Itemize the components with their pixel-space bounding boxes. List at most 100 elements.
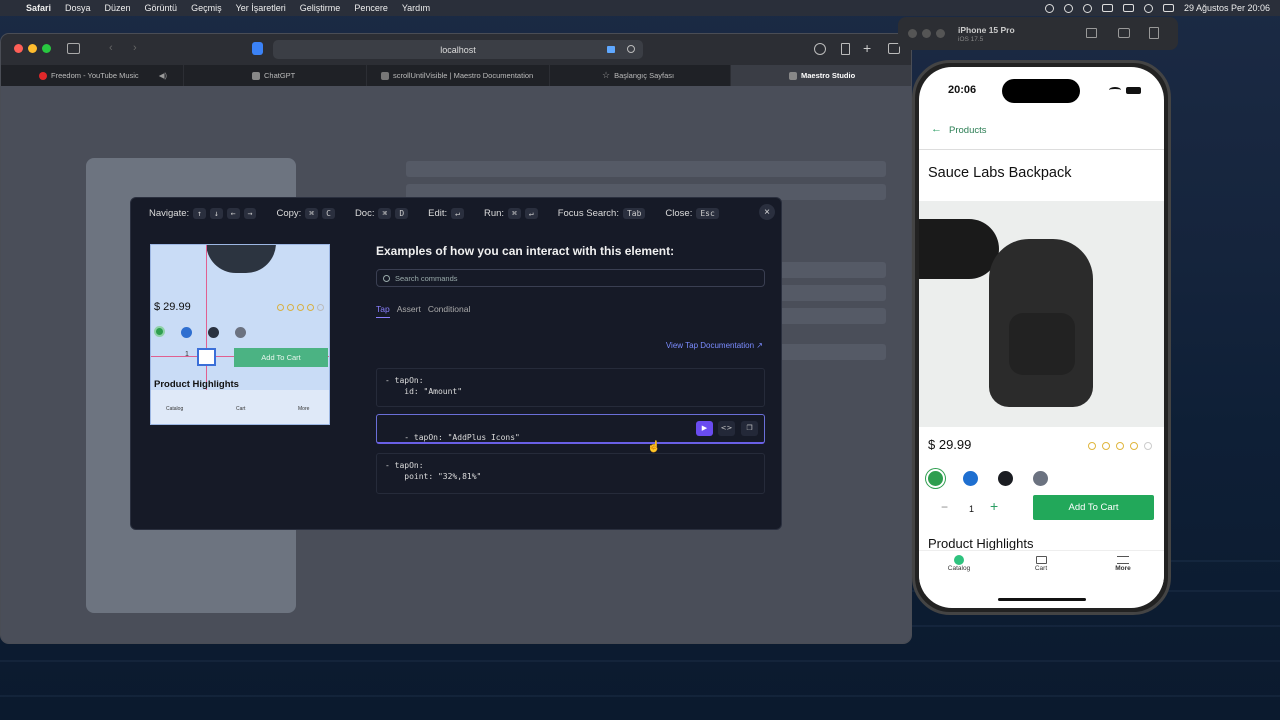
edit-code-icon[interactable]: <>: [718, 421, 735, 436]
shortcut-copy: Copy: ⌘ C: [276, 207, 335, 219]
star-icon[interactable]: [1102, 442, 1110, 450]
nav-cart[interactable]: Cart: [1016, 565, 1066, 572]
run-icon[interactable]: ▶: [696, 421, 713, 436]
downloads-icon[interactable]: [814, 43, 826, 55]
catalog-icon: [954, 555, 964, 565]
shortcut-close: Close: Esc: [665, 207, 719, 219]
preview-selected-plus: [197, 348, 216, 366]
url-text: localhost: [440, 44, 476, 55]
menu-item-help[interactable]: Yardım: [402, 3, 430, 13]
preview-color-black: [208, 327, 219, 338]
add-to-cart-button[interactable]: Add To Cart: [1033, 495, 1154, 520]
product-highlights-heading: Product Highlights: [928, 536, 1034, 551]
shortcut-doc: Doc: ⌘ D: [355, 207, 409, 219]
share-icon[interactable]: [841, 43, 850, 55]
star-icon[interactable]: [1130, 442, 1138, 450]
tab-maestro-docs[interactable]: scrollUntilVisible | Maestro Documentati…: [367, 65, 550, 86]
color-gray[interactable]: [1033, 471, 1048, 486]
play-icon[interactable]: [1082, 3, 1092, 13]
speaker-icon[interactable]: ◀): [159, 71, 167, 80]
preview-rating: [277, 304, 324, 311]
sidebar-icon[interactable]: [67, 43, 80, 54]
backpack-pocket: [1009, 313, 1075, 375]
spotlight-search-icon[interactable]: [1143, 3, 1153, 13]
tab-assert[interactable]: Assert: [397, 304, 421, 318]
color-blue[interactable]: [963, 471, 978, 486]
menu-item-window[interactable]: Pencere: [354, 3, 388, 13]
dynamic-island: [1002, 79, 1080, 103]
status-time: 20:06: [948, 84, 977, 96]
example-tap-id[interactable]: - tapOn: id: "Amount": [376, 368, 765, 407]
new-tab-icon[interactable]: +: [863, 40, 871, 56]
example-tap-point[interactable]: - tapOn: point: "32%,81%": [376, 453, 765, 494]
backpack-image: [206, 245, 276, 273]
minus-icon[interactable]: −: [941, 500, 948, 514]
wifi-icon[interactable]: [1122, 4, 1134, 12]
tab-chatgpt[interactable]: ChatGPT: [184, 65, 367, 86]
back-products-link[interactable]: Products: [949, 125, 987, 136]
home-indicator: [998, 598, 1086, 601]
search-commands-input[interactable]: Search commands: [376, 269, 765, 287]
menu-item-develop[interactable]: Geliştirme: [300, 3, 341, 13]
audio-icon[interactable]: [607, 46, 615, 53]
star-icon[interactable]: [1088, 442, 1096, 450]
menu-item-file[interactable]: Dosya: [65, 3, 91, 13]
preview-add-to-cart: Add To Cart: [234, 348, 328, 367]
battery-icon: [1126, 87, 1141, 94]
nav-catalog[interactable]: Catalog: [934, 565, 984, 572]
modal-title: Examples of how you can interact with th…: [376, 244, 675, 258]
menu-item-view[interactable]: Görüntü: [145, 3, 178, 13]
preview-color-blue: [181, 327, 192, 338]
app-menu[interactable]: Safari: [26, 3, 51, 13]
battery-icon[interactable]: [1101, 4, 1113, 12]
vpn-icon[interactable]: [1063, 3, 1073, 13]
back-arrow-icon[interactable]: ←: [931, 123, 942, 135]
tab-start-page[interactable]: ☆ Başlangıç Sayfası: [550, 65, 731, 86]
copy-icon[interactable]: ❐: [741, 421, 758, 436]
device-name: iPhone 15 Pro: [958, 25, 1015, 35]
close-window-button[interactable]: [14, 44, 23, 53]
close-modal-button[interactable]: ×: [759, 204, 775, 220]
reload-icon[interactable]: [627, 45, 635, 53]
maestro-docs-icon: [381, 71, 389, 80]
youtube-music-icon: [39, 71, 47, 80]
sim-close-button[interactable]: [908, 29, 917, 38]
tab-conditional[interactable]: Conditional: [428, 304, 471, 318]
shield-icon[interactable]: [252, 42, 263, 55]
tab-youtube-music[interactable]: Freedom - YouTube Music ◀): [1, 65, 184, 86]
record-icon[interactable]: [1044, 3, 1054, 13]
preview-qty: 1: [185, 351, 189, 358]
address-bar[interactable]: localhost: [273, 40, 643, 59]
sim-zoom-button[interactable]: [936, 29, 945, 38]
clock[interactable]: 29 Ağustos Per 20:06: [1184, 3, 1270, 13]
screenshot-icon[interactable]: [1118, 28, 1130, 38]
plus-icon[interactable]: +: [990, 498, 998, 514]
cart-icon: [1036, 556, 1047, 564]
shortcut-edit: Edit: ↵: [428, 207, 464, 219]
zoom-window-button[interactable]: [42, 44, 51, 53]
control-center-icon[interactable]: [1162, 4, 1174, 12]
color-black[interactable]: [998, 471, 1013, 486]
view-tap-documentation-link[interactable]: View Tap Documentation ↗: [666, 341, 763, 350]
menu-item-edit[interactable]: Düzen: [105, 3, 131, 13]
tab-tap[interactable]: Tap: [376, 304, 390, 318]
back-arrow-icon[interactable]: ‹: [109, 42, 113, 54]
star-empty-icon[interactable]: [1144, 442, 1152, 450]
nav-more[interactable]: More: [1098, 565, 1148, 572]
forward-arrow-icon[interactable]: ›: [133, 42, 137, 54]
menu-item-bookmarks[interactable]: Yer İşaretleri: [236, 3, 286, 13]
maestro-studio-icon: [789, 71, 797, 80]
rotate-icon[interactable]: [1149, 27, 1159, 39]
tab-maestro-studio[interactable]: Maestro Studio: [731, 65, 911, 86]
sim-minimize-button[interactable]: [922, 29, 931, 38]
color-green[interactable]: [928, 471, 943, 486]
command-tabs: Tap Assert Conditional: [376, 304, 470, 318]
shortcut-navigate: Navigate: ↑ ↓ ← →: [149, 207, 257, 219]
home-icon[interactable]: [1086, 28, 1097, 38]
preview-nav: Catalog Cart More: [151, 390, 329, 424]
star-icon[interactable]: [1116, 442, 1124, 450]
simulator-title-bar: iPhone 15 Pro iOS 17.5: [898, 17, 1178, 50]
example-tap-text[interactable]: - tapOn: "AddPlus Icons" ▶ <> ❐: [376, 414, 765, 444]
minimize-window-button[interactable]: [28, 44, 37, 53]
menu-item-history[interactable]: Geçmiş: [191, 3, 222, 13]
